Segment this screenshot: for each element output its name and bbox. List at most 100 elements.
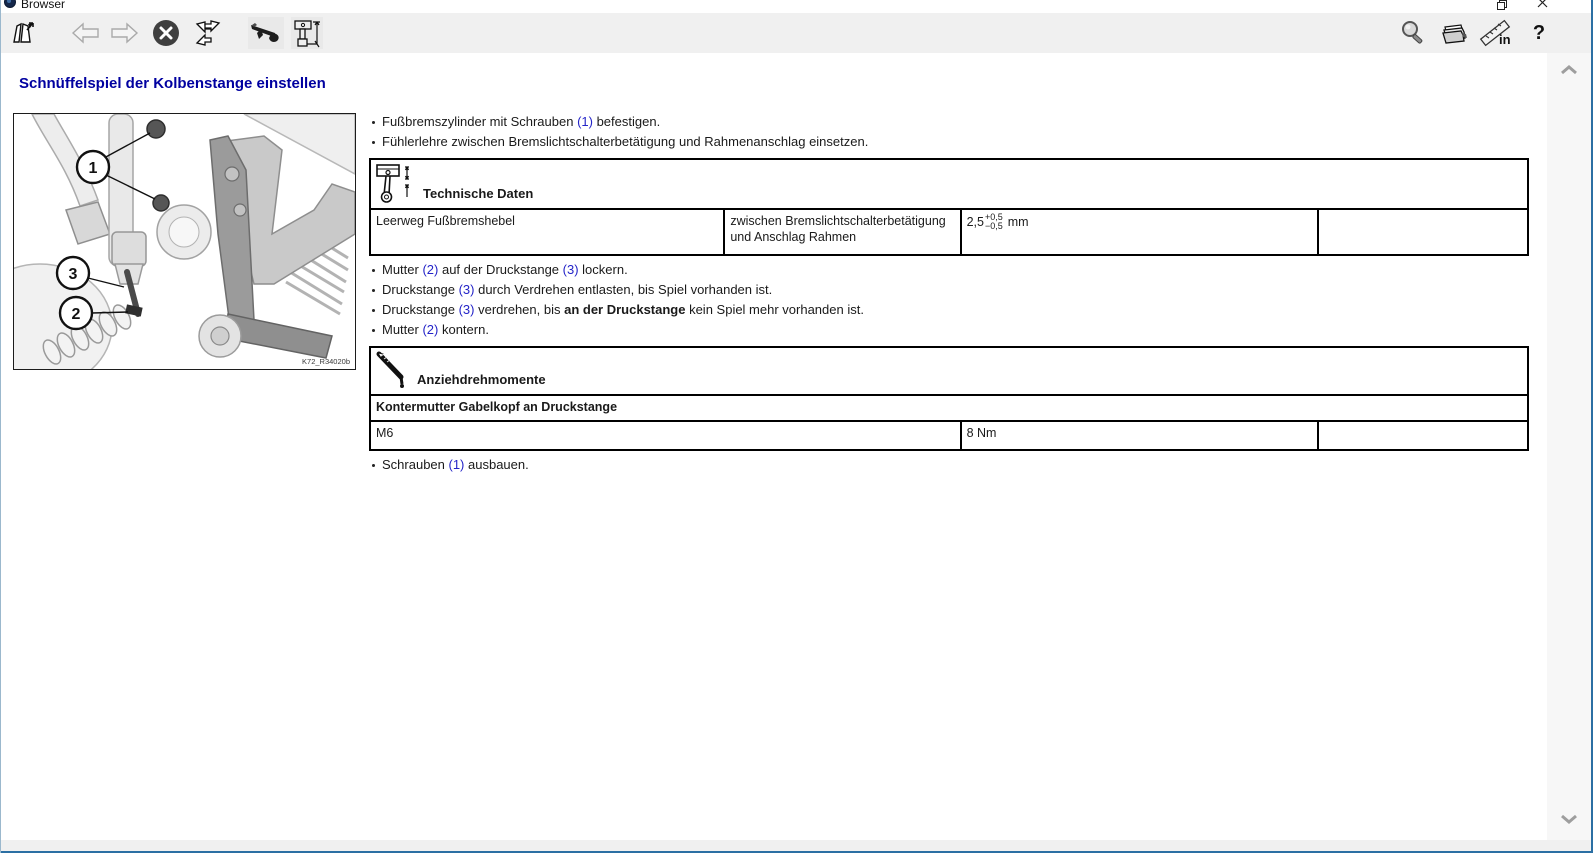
brake-caliper-tool-button[interactable] — [248, 17, 284, 49]
emphasis-text: an der Druckstange — [564, 302, 685, 317]
spec-value: 2,5 — [967, 214, 984, 230]
tolerance-minus: −0,5 — [985, 222, 1003, 231]
step-text: Schrauben — [382, 457, 449, 472]
technical-data-title: Technische Daten — [423, 186, 533, 202]
step-list-top: Fußbremszylinder mit Schrauben (1) befes… — [369, 112, 1529, 152]
step-item: Fußbremszylinder mit Schrauben (1) befes… — [369, 112, 1529, 132]
table-row: Kontermutter Gabelkopf an Druckstange — [370, 395, 1528, 421]
table-row: Leerweg Fußbremshebel zwischen Bremslich… — [370, 209, 1528, 255]
callout-1: 1 — [89, 160, 98, 177]
restore-icon — [1497, 0, 1507, 10]
step-text: lockern. — [579, 262, 628, 277]
motorcycle-brake-diagram: 1 3 2 K72_R34020b — [14, 114, 355, 369]
callout-reference-link[interactable]: (1) — [577, 114, 593, 129]
step-item: Mutter (2) kontern. — [369, 320, 1529, 340]
title-bar: Browser — [1, 0, 1593, 13]
brake-caliper-icon — [249, 19, 283, 47]
callout-reference-link[interactable]: (2) — [422, 322, 438, 337]
page-title: Schnüffelspiel der Kolbenstange einstell… — [19, 75, 326, 92]
step-item: Druckstange (3) durch Verdrehen entlaste… — [369, 280, 1529, 300]
status-bar — [1, 840, 1593, 851]
toolbar: in ? — [1, 13, 1591, 53]
print-button[interactable] — [1437, 17, 1469, 49]
torque-title: Anziehdrehmomente — [417, 372, 546, 388]
chevron-down-icon — [1560, 814, 1578, 824]
step-text: Fühlerlehre zwischen Bremslichtschalterb… — [382, 134, 868, 149]
step-text: Druckstange — [382, 302, 459, 317]
step-list-middle: Mutter (2) auf der Druckstange (3) locke… — [369, 260, 1529, 340]
callout-reference-link[interactable]: (1) — [449, 457, 465, 472]
piston-clearance-icon — [292, 18, 322, 48]
callout-reference-link[interactable]: (3) — [459, 302, 475, 317]
torque-size-cell: M6 — [370, 421, 961, 450]
step-item: Schrauben (1) ausbauen. — [369, 455, 1529, 475]
callout-reference-link[interactable]: (3) — [563, 262, 579, 277]
torque-subtitle-cell: Kontermutter Gabelkopf an Druckstange — [370, 395, 1528, 421]
vertical-scrollbar[interactable] — [1547, 53, 1591, 840]
close-window-button[interactable] — [1537, 0, 1563, 13]
document-area: Schnüffelspiel der Kolbenstange einstell… — [1, 53, 1548, 840]
help-button[interactable]: ? — [1523, 17, 1555, 49]
torque-wrench-icon — [375, 351, 415, 391]
search-icon — [1399, 19, 1427, 47]
scroll-down-button[interactable] — [1547, 806, 1591, 832]
torque-empty-cell — [1318, 421, 1528, 450]
torque-value-cell: 8 Nm — [961, 421, 1319, 450]
unit-conversion-button[interactable]: in — [1477, 17, 1517, 49]
piston-clearance-tool-button[interactable] — [291, 17, 323, 49]
step-item: Fühlerlehre zwischen Bremslichtschalterb… — [369, 132, 1529, 152]
svg-text:in: in — [1499, 32, 1511, 47]
step-item: Mutter (2) auf der Druckstange (3) locke… — [369, 260, 1529, 280]
window-title: Browser — [21, 0, 65, 11]
step-text: kein Spiel mehr vorhanden ist. — [685, 302, 863, 317]
step-list-bottom: Schrauben (1) ausbauen. — [369, 455, 1529, 475]
back-button[interactable] — [70, 17, 102, 49]
callout-2: 2 — [72, 306, 81, 323]
technical-illustration: 1 3 2 K72_R34020b — [13, 113, 356, 370]
screw-top — [147, 120, 165, 138]
step-text: befestigen. — [593, 114, 660, 129]
step-text: Mutter — [382, 262, 422, 277]
step-text: verdrehen, bis — [474, 302, 564, 317]
scroll-up-button[interactable] — [1547, 57, 1591, 83]
step-text: durch Verdrehen entlasten, bis Spiel vor… — [474, 282, 772, 297]
step-text: ausbauen. — [464, 457, 528, 472]
step-text: Mutter — [382, 322, 422, 337]
swap-arrows-icon — [193, 18, 223, 48]
forward-button[interactable] — [108, 17, 140, 49]
callout-reference-link[interactable]: (3) — [459, 282, 475, 297]
spec-condition-cell: zwischen Bremslichtschalterbetätigung un… — [724, 209, 960, 255]
technical-data-header: Technische Daten — [370, 159, 1528, 209]
figure-id-label: K72_R34020b — [302, 357, 350, 366]
exit-document-button[interactable] — [8, 17, 40, 49]
search-button[interactable] — [1397, 17, 1429, 49]
step-text: auf der Druckstange — [438, 262, 562, 277]
instruction-column: Fußbremszylinder mit Schrauben (1) befes… — [369, 108, 1529, 481]
help-icon: ? — [1533, 22, 1545, 45]
stop-button[interactable] — [150, 17, 182, 49]
step-text: Fußbremszylinder mit Schrauben — [382, 114, 577, 129]
callout-reference-link[interactable]: (2) — [422, 262, 438, 277]
technical-data-table: Technische Daten Leerweg Fußbremshebel z… — [369, 158, 1529, 256]
torque-header: Anziehdrehmomente — [370, 347, 1528, 395]
forward-arrow-icon — [109, 22, 139, 44]
close-icon — [1537, 0, 1548, 8]
exit-document-icon — [9, 20, 39, 46]
back-arrow-icon — [71, 22, 101, 44]
spec-value-cell: 2,5+0,5−0,5mm — [961, 209, 1319, 255]
chevron-up-icon — [1560, 65, 1578, 75]
step-item: Druckstange (3) verdrehen, bis an der Dr… — [369, 300, 1529, 320]
step-text: kontern. — [438, 322, 489, 337]
table-row: M6 8 Nm — [370, 421, 1528, 450]
restore-window-button[interactable] — [1489, 0, 1515, 13]
printer-icon — [1437, 19, 1469, 47]
step-text: Druckstange — [382, 282, 459, 297]
spec-name-cell: Leerweg Fußbremshebel — [370, 209, 724, 255]
callout-3: 3 — [69, 266, 78, 283]
swap-compare-button[interactable] — [192, 17, 224, 49]
ruler-icon: in — [1478, 18, 1516, 48]
piston-data-icon — [375, 163, 419, 205]
screw-bottom — [153, 195, 169, 211]
spec-unit: mm — [1008, 214, 1029, 230]
browser-app-icon — [4, 0, 16, 8]
